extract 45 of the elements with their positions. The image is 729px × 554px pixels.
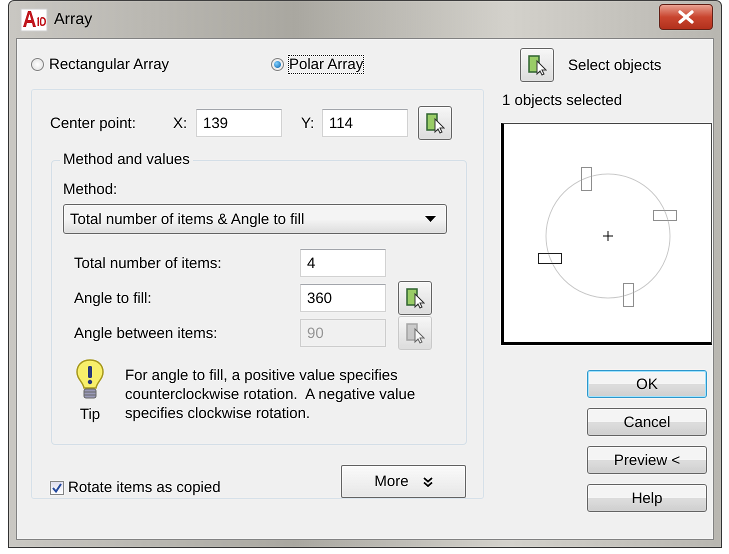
close-button[interactable] [659, 4, 713, 30]
select-objects-button[interactable] [520, 48, 554, 82]
ok-button[interactable]: OK [587, 370, 707, 398]
selection-status: 1 objects selected [502, 92, 624, 109]
radio-label: Polar Array [289, 56, 364, 72]
checkbox[interactable] [50, 480, 64, 494]
tip-label: Tip [80, 406, 100, 423]
array-item [538, 253, 562, 264]
array-item [623, 283, 634, 307]
select-objects-label: Select objects [568, 56, 662, 74]
select-objects-icon [527, 54, 547, 76]
help-button[interactable]: Help [587, 484, 707, 512]
center-mark-icon [602, 230, 614, 242]
field-label: Y: [301, 114, 316, 132]
field-label: Center point: [50, 114, 137, 132]
input-field[interactable]: 139 [196, 109, 282, 137]
field-label: Angle to fill: [74, 290, 153, 306]
input-field[interactable]: 360 [300, 284, 386, 312]
double-chevron-icon [422, 476, 433, 486]
radio-button[interactable] [31, 58, 44, 70]
more-button[interactable]: More [341, 465, 466, 498]
radio-button[interactable] [271, 58, 284, 70]
field-label: Total number of items: [74, 254, 223, 272]
pick-point-button[interactable] [418, 106, 452, 140]
tip-text: For angle to fill, a positive value specifies counterclockwise rotation. A negative value specifies clockwise rotation. [125, 366, 416, 423]
field-label: Angle between items: [74, 324, 218, 342]
radio-label: Rectangular Array [49, 56, 170, 72]
pointer-icon [425, 112, 445, 134]
input-field[interactable]: 114 [322, 109, 408, 137]
checkbox-label: Rotate items as copied [68, 479, 221, 496]
input-field[interactable]: 4 [300, 249, 386, 277]
array-item [653, 210, 677, 221]
pick-angle-button[interactable] [398, 281, 432, 315]
caret-icon [425, 216, 436, 222]
preview-button[interactable]: Preview < [587, 446, 707, 474]
field-label: Method: [63, 181, 118, 198]
dropdown[interactable]: Total number of items & Angle to fill [63, 204, 447, 234]
pointer-icon [405, 287, 425, 309]
window-title: Array [54, 10, 92, 28]
array-item [581, 167, 592, 191]
app-logo-icon [20, 8, 48, 32]
close-icon [677, 10, 695, 24]
pointer-icon [405, 322, 425, 344]
field-label: X: [173, 114, 188, 132]
cancel-button[interactable]: Cancel [587, 408, 707, 436]
